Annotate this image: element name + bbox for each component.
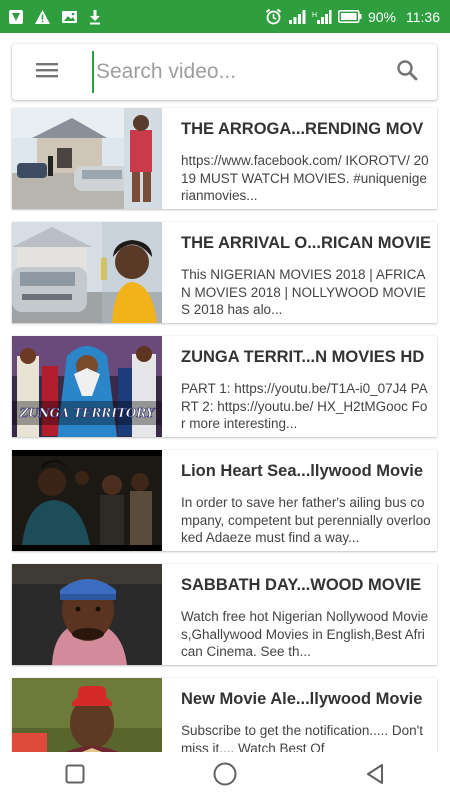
video-title: SABBATH DAY...WOOD MOVIE bbox=[181, 576, 422, 594]
status-bar: H 90% 11:36 bbox=[0, 0, 450, 33]
svg-text:H: H bbox=[312, 12, 317, 19]
video-thumbnail bbox=[12, 108, 162, 209]
video-item[interactable]: SABBATH DAY...WOOD MOVIE Watch free hot … bbox=[12, 564, 437, 665]
video-title: Lion Heart Sea...llywood Movie bbox=[181, 462, 424, 480]
app-notification-icon bbox=[8, 9, 24, 25]
signal-2-icon: H bbox=[312, 9, 332, 25]
image-icon bbox=[61, 9, 78, 25]
search-icon bbox=[396, 59, 418, 86]
video-title: THE ARRIVAL O...RICAN MOVIE bbox=[181, 234, 431, 252]
video-item[interactable]: ZUNGA TERRITORY ZUNGA TERRIT...N MOVIES … bbox=[12, 336, 437, 437]
video-thumbnail bbox=[12, 564, 162, 665]
video-item[interactable]: THE ARRIVAL O...RICAN MOVIE This NIGERIA… bbox=[12, 222, 437, 323]
video-title: New Movie Ale...llywood Movie bbox=[181, 690, 423, 708]
video-thumbnail bbox=[12, 450, 162, 551]
video-thumbnail bbox=[12, 222, 162, 323]
back-button[interactable] bbox=[345, 752, 405, 800]
thumbnail-title-text: ZUNGA TERRITORY bbox=[18, 406, 156, 420]
video-title: ZUNGA TERRIT...N MOVIES HD bbox=[181, 348, 425, 366]
video-list: THE ARROGA...RENDING MOV https://www.fac… bbox=[12, 108, 437, 792]
video-item[interactable]: Lion Heart Sea...llywood Movie In order … bbox=[12, 450, 437, 551]
video-thumbnail: ZUNGA TERRITORY bbox=[12, 336, 162, 437]
video-description: In order to save her father's ailing bus… bbox=[181, 495, 431, 545]
circle-icon bbox=[213, 762, 237, 791]
battery-percent: 90% bbox=[367, 8, 396, 25]
recent-apps-button[interactable] bbox=[45, 752, 105, 800]
video-item[interactable]: THE ARROGA...RENDING MOV https://www.fac… bbox=[12, 108, 437, 209]
triangle-back-icon bbox=[365, 763, 385, 790]
home-button[interactable] bbox=[195, 752, 255, 800]
signal-icon bbox=[288, 9, 306, 25]
alarm-icon bbox=[265, 8, 282, 25]
video-title: THE ARROGA...RENDING MOV bbox=[181, 120, 424, 138]
video-description: This NIGERIAN MOVIES 2018 | AFRICAN MOVI… bbox=[181, 267, 426, 317]
download-icon bbox=[88, 9, 102, 25]
video-description: Watch free hot Nigerian Nollywood Movies… bbox=[181, 609, 429, 659]
square-icon bbox=[65, 764, 85, 789]
menu-button[interactable] bbox=[22, 44, 72, 100]
search-button[interactable] bbox=[377, 44, 437, 100]
navigation-bar bbox=[0, 752, 450, 800]
video-description: https://www.facebook.com/ IKOROTV/ 2019 … bbox=[181, 153, 429, 203]
battery-icon bbox=[337, 10, 362, 23]
hamburger-menu-icon bbox=[36, 62, 58, 83]
search-bar bbox=[12, 44, 437, 100]
video-description: PART 1: https://youtu.be/T1A-i0_07J4 PAR… bbox=[181, 381, 428, 431]
search-input[interactable] bbox=[92, 51, 377, 93]
warning-icon bbox=[34, 9, 51, 25]
clock-time: 11:36 bbox=[406, 8, 440, 25]
